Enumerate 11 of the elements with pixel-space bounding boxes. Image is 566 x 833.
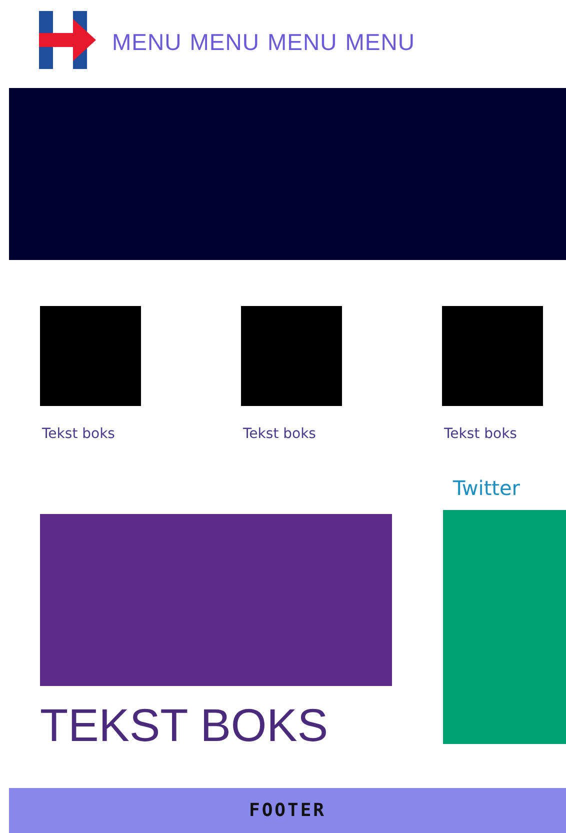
caption: Tekst boks bbox=[42, 426, 115, 442]
menu-link[interactable]: MENU bbox=[345, 28, 415, 56]
twitter-title: Twitter bbox=[453, 476, 522, 500]
footer-text: FOOTER bbox=[248, 800, 326, 821]
menu-link[interactable]: MENU bbox=[267, 28, 338, 56]
caption: Tekst boks bbox=[444, 426, 517, 442]
menu-link[interactable]: MENU bbox=[190, 28, 260, 56]
menu-link[interactable]: MENU bbox=[112, 28, 182, 56]
heading: TEKST BOKS bbox=[40, 702, 330, 748]
logo-icon bbox=[39, 11, 96, 69]
caption: Tekst boks bbox=[243, 426, 316, 442]
